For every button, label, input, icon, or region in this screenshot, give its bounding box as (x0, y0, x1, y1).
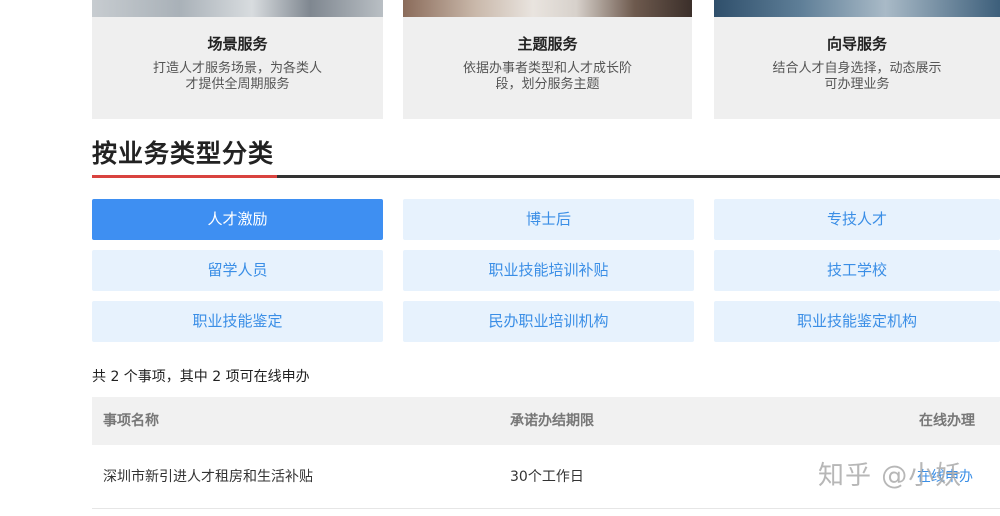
card-photo (714, 0, 1000, 17)
card-description: 打造人才服务场景，为各类人 才提供全周期服务 (152, 61, 322, 92)
items-summary: 共 2 个事项，其中 2 项可在线申办 (92, 369, 310, 385)
table-row: 深圳市新引进人才租房和生活补贴 30个工作日 在线申办 (92, 445, 1000, 509)
card-title: 主题服务 (517, 35, 578, 53)
category-technical-school[interactable]: 技工学校 (714, 250, 1000, 291)
card-title: 向导服务 (826, 35, 887, 53)
category-skill-training-subsidy[interactable]: 职业技能培训补贴 (403, 250, 694, 291)
card-description: 依据办事者类型和人才成长阶 段，划分服务主题 (462, 61, 632, 92)
column-header-deadline: 承诺办结期限 (510, 413, 594, 429)
category-overseas-students[interactable]: 留学人员 (92, 250, 383, 291)
category-private-training-institution[interactable]: 民办职业培训机构 (403, 301, 694, 342)
category-professional-talent[interactable]: 专技人才 (714, 199, 1000, 240)
service-card-theme[interactable]: 主题服务 依据办事者类型和人才成长阶 段，划分服务主题 (403, 0, 692, 119)
card-photo (92, 0, 383, 17)
table-header: 事项名称 承诺办结期限 在线办理 (92, 397, 1000, 445)
item-name-link[interactable]: 深圳市新引进人才租房和生活补贴 (103, 445, 313, 509)
category-skill-appraisal[interactable]: 职业技能鉴定 (92, 301, 383, 342)
column-header-online: 在线办理 (919, 413, 975, 429)
category-skill-appraisal-institution[interactable]: 职业技能鉴定机构 (714, 301, 1000, 342)
card-photo (403, 0, 692, 17)
category-postdoc[interactable]: 博士后 (403, 199, 694, 240)
section-title: 按业务类型分类 (92, 139, 275, 168)
heading-accent-bar (92, 175, 277, 178)
apply-online-link[interactable]: 在线申办 (917, 445, 973, 509)
item-deadline: 30个工作日 (510, 469, 584, 485)
card-description: 结合人才自身选择，动态展示 可办理业务 (772, 61, 942, 92)
card-title: 场景服务 (207, 35, 268, 53)
service-card-guide[interactable]: 向导服务 结合人才自身选择，动态展示 可办理业务 (714, 0, 1000, 119)
service-card-scene[interactable]: 场景服务 打造人才服务场景，为各类人 才提供全周期服务 (92, 0, 383, 119)
category-talent-incentive[interactable]: 人才激励 (92, 199, 383, 240)
column-header-name: 事项名称 (103, 413, 159, 429)
